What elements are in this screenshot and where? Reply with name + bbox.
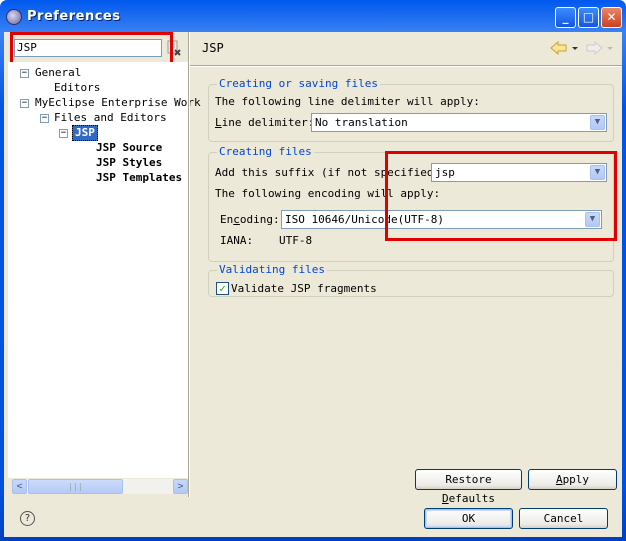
page-title: JSP <box>202 41 224 55</box>
dialog-body: JSP − General Editors − MyEclipse Enterp… <box>4 32 622 537</box>
group-title: Creating or saving files <box>217 77 380 90</box>
ok-button[interactable]: OK <box>424 508 513 529</box>
collapse-icon[interactable]: − <box>40 114 49 123</box>
chevron-down-icon[interactable]: ▼ <box>590 115 605 130</box>
scroll-left-icon[interactable]: < <box>12 479 27 494</box>
label-a: En <box>220 213 234 226</box>
back-icon[interactable] <box>550 40 580 56</box>
mnemonic: c <box>233 213 240 226</box>
chevron-down-icon[interactable]: ▼ <box>585 212 600 227</box>
label-b: oding: <box>239 213 280 226</box>
minimize-button[interactable]: _ <box>555 7 576 28</box>
sash[interactable] <box>188 32 190 497</box>
line-delimiter-label: Line delimiter: <box>215 116 314 129</box>
clear-filter-icon[interactable] <box>167 40 181 56</box>
group-title: Creating files <box>217 145 314 158</box>
line-delimiter-select[interactable]: No translation ▼ <box>311 113 607 132</box>
label-b: efaults <box>448 492 495 505</box>
group-creating-or-saving: Creating or saving files The following l… <box>208 77 614 142</box>
filter-input[interactable]: JSP <box>14 39 162 57</box>
validate-jsp-label[interactable]: Validate JSP fragments <box>231 282 377 295</box>
suffix-label: Add this suffix (if not specified): <box>215 166 447 179</box>
selected-value: No translation <box>315 116 408 129</box>
eclipse-icon <box>6 9 22 25</box>
tree-item-myeclipse[interactable]: MyEclipse Enterprise Work <box>35 96 201 110</box>
group-title: Validating files <box>217 263 327 276</box>
selected-value: ISO 10646/Unicode(UTF-8) <box>285 213 444 226</box>
tree-item-jsp-styles[interactable]: JSP Styles <box>96 156 162 170</box>
tree-horizontal-scrollbar[interactable]: < ||| > <box>12 479 188 494</box>
label-b: pply <box>562 473 590 486</box>
header-separator <box>190 65 622 67</box>
mnemonic: L <box>215 116 222 129</box>
preference-tree[interactable]: − General Editors − MyEclipse Enterprise… <box>8 62 201 478</box>
label-a: Restore <box>445 473 492 486</box>
validate-jsp-checkbox[interactable]: ✓ <box>216 282 229 295</box>
scroll-right-icon[interactable]: > <box>173 479 188 494</box>
scroll-thumb[interactable]: ||| <box>28 479 123 494</box>
encoding-label: Encoding: <box>220 213 280 226</box>
maximize-button[interactable]: □ <box>578 7 599 28</box>
tree-item-jsp-source[interactable]: JSP Source <box>96 141 162 155</box>
apply-button[interactable]: Apply <box>528 469 617 490</box>
mnemonic: D <box>442 492 449 505</box>
selected-value: jsp <box>435 166 455 179</box>
encoding-select[interactable]: ISO 10646/Unicode(UTF-8) ▼ <box>281 210 602 229</box>
delimiter-description: The following line delimiter will apply: <box>215 95 480 108</box>
tree-item-general[interactable]: General <box>35 66 81 80</box>
label-rest: ine delimiter: <box>221 116 315 129</box>
collapse-icon[interactable]: − <box>20 69 29 78</box>
help-icon[interactable]: ? <box>20 511 35 526</box>
cancel-button[interactable]: Cancel <box>519 508 608 529</box>
tree-item-editors[interactable]: Editors <box>54 81 100 95</box>
close-button[interactable]: ✕ <box>601 7 622 28</box>
collapse-icon[interactable]: − <box>59 129 68 138</box>
tree-item-jsp-templates[interactable]: JSP Templates <box>96 171 182 185</box>
tree-item-jsp[interactable]: JSP <box>72 125 98 141</box>
title-bar[interactable]: Preferences _ □ ✕ <box>0 0 626 32</box>
suffix-select[interactable]: jsp ▼ <box>431 163 607 182</box>
group-creating-files: Creating files Add this suffix (if not s… <box>208 145 614 262</box>
tree-item-files-and-editors[interactable]: Files and Editors <box>54 111 167 125</box>
iana-label: IANA: <box>220 234 254 247</box>
mnemonic: A <box>555 473 563 486</box>
collapse-icon[interactable]: − <box>20 99 29 108</box>
chevron-down-icon[interactable]: ▼ <box>590 165 605 180</box>
iana-value: UTF-8 <box>279 234 313 247</box>
preferences-window: Preferences _ □ ✕ JSP − General Editors … <box>0 0 626 541</box>
group-validating-files: Validating files ✓ Validate JSP fragment… <box>208 263 614 297</box>
window-title: Preferences <box>27 9 121 24</box>
forward-icon[interactable] <box>586 40 616 56</box>
restore-defaults-button[interactable]: Restore Defaults <box>415 469 522 505</box>
encoding-description: The following encoding will apply: <box>215 187 441 200</box>
